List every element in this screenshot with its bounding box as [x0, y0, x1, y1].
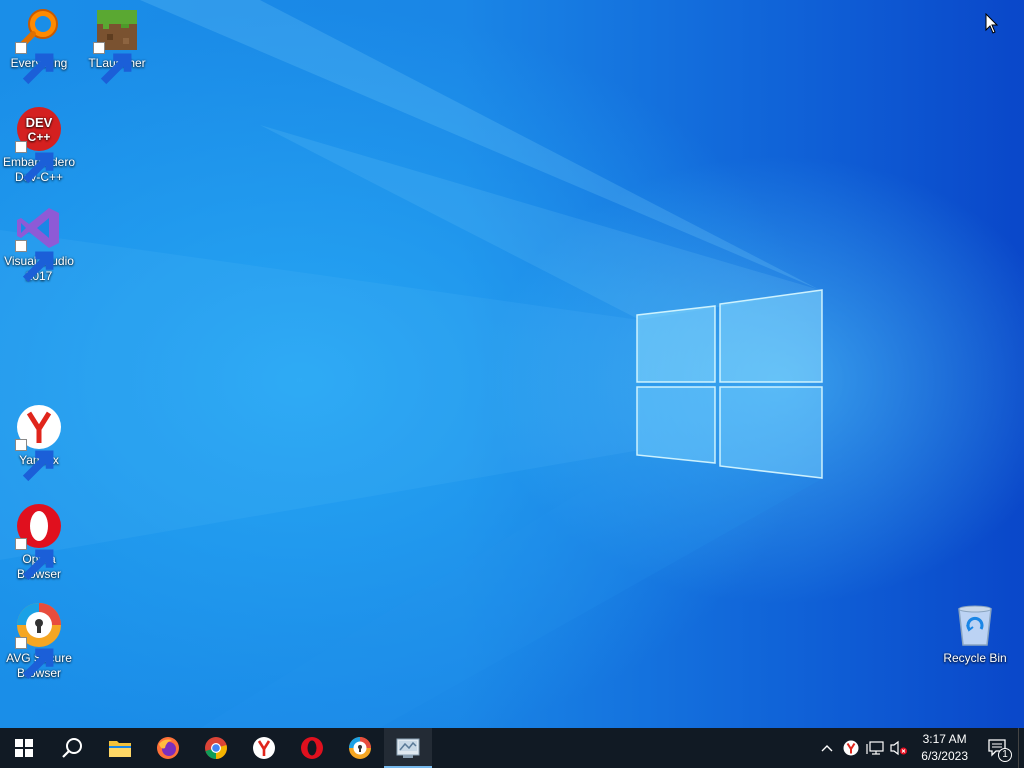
control-panel-icon	[396, 738, 420, 758]
shortcut-arrow-icon	[15, 42, 54, 85]
shortcut-arrow-icon	[15, 538, 54, 581]
start-button[interactable]	[0, 728, 48, 768]
windows-logo-icon	[15, 739, 33, 757]
desktop-icon-recycle-bin[interactable]: Recycle Bin	[936, 595, 1014, 666]
avg-browser-icon	[349, 737, 371, 759]
taskbar-control-panel[interactable]	[384, 728, 432, 768]
desktop-icon-everything[interactable]: Everything	[0, 0, 78, 85]
show-hidden-icons-button[interactable]	[815, 728, 839, 768]
taskbar-firefox[interactable]	[144, 728, 192, 768]
search-button[interactable]	[48, 728, 96, 768]
system-tray: 3:17 AM 6/3/2023 1	[815, 728, 1024, 768]
volume-muted-icon	[890, 740, 908, 756]
desktop-icon-label: Recycle Bin	[943, 651, 1007, 665]
firefox-icon	[157, 737, 179, 759]
desktop-icon-devcpp[interactable]: DEV C++ Embarcadero Dev-C++	[0, 99, 78, 185]
taskbar: 3:17 AM 6/3/2023 1	[0, 728, 1024, 768]
taskbar-opera[interactable]	[288, 728, 336, 768]
yandex-icon	[843, 740, 859, 756]
desktop-icon-opera[interactable]: Opera Browser	[0, 496, 78, 582]
search-icon	[62, 738, 82, 758]
desktop[interactable]: Everything TLauncher DEV C++ Embarcadero…	[0, 0, 1024, 728]
chrome-icon	[205, 737, 227, 759]
yandex-icon	[253, 737, 275, 759]
clock-date: 6/3/2023	[921, 749, 968, 763]
svg-text:DEV: DEV	[26, 115, 53, 130]
desktop-icon-visual-studio[interactable]: Visual Studio 2017	[0, 198, 78, 284]
shortcut-arrow-icon	[15, 439, 54, 482]
desktop-icon-tlauncher[interactable]: TLauncher	[78, 0, 156, 85]
taskbar-avg-browser[interactable]	[336, 728, 384, 768]
desktop-icon-avg-browser[interactable]: AVG Secure Browser	[0, 595, 78, 681]
show-desktop-button[interactable]	[1018, 728, 1024, 768]
tray-network[interactable]	[863, 728, 887, 768]
shortcut-arrow-icon	[15, 240, 54, 283]
tray-yandex[interactable]	[839, 728, 863, 768]
taskbar-file-explorer[interactable]	[96, 728, 144, 768]
tray-volume[interactable]	[887, 728, 911, 768]
folder-icon	[109, 741, 131, 757]
chevron-up-icon	[821, 745, 833, 752]
recycle-bin-icon	[958, 605, 992, 646]
mouse-cursor-icon	[985, 13, 999, 34]
taskbar-yandex[interactable]	[240, 728, 288, 768]
desktop-icon-yandex[interactable]: Yandex	[0, 397, 78, 482]
clock-time: 3:17 AM	[922, 732, 967, 746]
network-icon	[866, 741, 884, 755]
opera-icon	[301, 737, 323, 759]
notification-count-badge: 1	[998, 748, 1012, 762]
action-center-button[interactable]: 1	[978, 728, 1018, 768]
shortcut-arrow-icon	[93, 42, 132, 85]
shortcut-arrow-icon	[15, 637, 54, 680]
shortcut-arrow-icon	[15, 141, 54, 184]
windows-wallpaper-logo	[636, 289, 823, 479]
taskbar-chrome[interactable]	[192, 728, 240, 768]
wallpaper-beams	[0, 0, 823, 728]
clock[interactable]: 3:17 AM 6/3/2023	[911, 731, 978, 765]
